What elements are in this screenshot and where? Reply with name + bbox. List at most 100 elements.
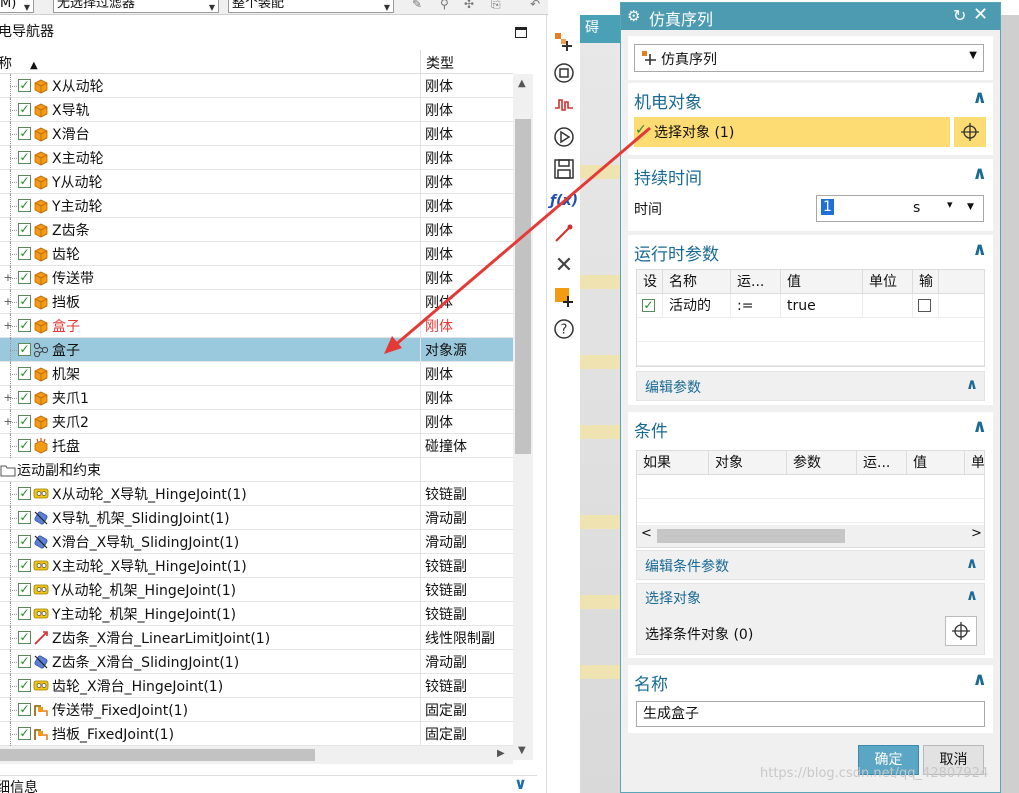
tree-row[interactable]: ✓ X滑台_X导轨_SlidingJoint(1) 滑动副 (0, 530, 513, 554)
param-value-cell[interactable]: true (781, 294, 863, 318)
visibility-checkbox[interactable]: ✓ (18, 223, 31, 236)
maximize-icon[interactable] (515, 27, 527, 38)
back-icon[interactable]: ↶ (530, 0, 540, 11)
visibility-checkbox[interactable]: ✓ (18, 271, 31, 284)
signal-icon[interactable] (552, 93, 576, 117)
expand-icon[interactable]: + (3, 319, 13, 332)
visibility-checkbox[interactable]: ✓ (18, 295, 31, 308)
close-icon[interactable]: ✕ (973, 4, 988, 25)
visibility-checkbox[interactable]: ✓ (18, 487, 31, 500)
tree-row[interactable]: ✓ X主动轮_X导轨_HingeJoint(1) 铰链副 (0, 554, 513, 578)
clipboard-icon[interactable]: ⎘ (491, 0, 501, 12)
param-set-checkbox[interactable]: ✓ (642, 299, 655, 312)
collapse-icon[interactable]: ∧ (972, 669, 987, 690)
column-type-header[interactable]: 类型 (426, 53, 454, 73)
visibility-checkbox[interactable]: ✓ (18, 679, 31, 692)
scrollbar-thumb[interactable] (515, 119, 531, 454)
selection-filter-combo[interactable]: 无选择过滤器 ▼ (53, 0, 219, 13)
expand-icon[interactable]: + (3, 295, 13, 308)
tree-row[interactable]: ✓ 托盘 碰撞体 (0, 434, 513, 458)
collapse-icon[interactable]: ∧ (972, 163, 987, 184)
collapse-icon[interactable]: ∧ (972, 87, 987, 108)
visibility-checkbox[interactable]: ✓ (18, 127, 31, 140)
visibility-checkbox[interactable]: ✓ (18, 655, 31, 668)
visibility-checkbox[interactable]: ✓ (18, 583, 31, 596)
name-input[interactable]: 生成盒子 (636, 701, 985, 727)
time-input[interactable]: 1 s ▾ ▼ (816, 195, 984, 222)
tree-row[interactable]: ✓ 机架 刚体 (0, 362, 513, 386)
visibility-checkbox[interactable]: ✓ (18, 367, 31, 380)
visibility-checkbox[interactable]: ✓ (18, 559, 31, 572)
condition-table-horizontal-scrollbar[interactable]: < > (637, 525, 984, 547)
collapse-icon[interactable]: ∧ (972, 239, 987, 260)
visibility-checkbox[interactable]: ✓ (18, 199, 31, 212)
tree-row[interactable]: ✓ 挡板_FixedJoint(1) 固定副 (0, 722, 513, 746)
tree-row[interactable]: ✓ X导轨 刚体 (0, 98, 513, 122)
assembly-scope-combo[interactable]: 整个装配 ▼ (228, 0, 394, 13)
tree-row[interactable]: ✓ Z齿条_X滑台_LinearLimitJoint(1) 线性限制副 (0, 626, 513, 650)
tree-row[interactable]: + ✓ 夹爪1 刚体 (0, 386, 513, 410)
select-tool-icon[interactable]: ✎ (412, 0, 422, 11)
param-set-cell[interactable]: ✓ (637, 294, 663, 318)
visibility-checkbox[interactable]: ✓ (18, 415, 31, 428)
scroll-left-icon[interactable]: < (641, 526, 652, 541)
tree-row[interactable]: ✓ 齿轮 刚体 (0, 242, 513, 266)
collapse-icon[interactable]: ∧ (966, 554, 978, 572)
tree-row[interactable]: ✓ 传送带_FixedJoint(1) 固定副 (0, 698, 513, 722)
visibility-checkbox[interactable]: ✓ (18, 631, 31, 644)
function-icon[interactable]: ƒ(x) (550, 189, 578, 213)
stop-icon[interactable] (552, 61, 576, 85)
play-icon[interactable] (552, 125, 576, 149)
scroll-down-icon[interactable]: ▼ (518, 745, 526, 756)
tree-row[interactable]: ✓ Z齿条_X滑台_SlidingJoint(1) 滑动副 (0, 650, 513, 674)
tree-row[interactable]: + ✓ 挡板 刚体 (0, 290, 513, 314)
column-name-header[interactable]: 称 ▲ (0, 53, 38, 73)
param-op-cell[interactable]: := (731, 294, 781, 318)
reset-icon[interactable]: ↻ (953, 6, 966, 25)
tree-row[interactable]: ✓ X滑台 刚体 (0, 122, 513, 146)
expand-icon[interactable]: + (3, 271, 13, 284)
sequence-type-combo[interactable]: 仿真序列 ▼ (634, 44, 984, 72)
tree-row[interactable]: ✓ Y从动轮 刚体 (0, 170, 513, 194)
visibility-checkbox[interactable]: ✓ (18, 103, 31, 116)
save-icon[interactable] (552, 157, 576, 181)
edit-params-header[interactable]: 编辑参数 ∧ (636, 371, 985, 401)
collapse-icon[interactable]: ∧ (966, 586, 978, 604)
tree-row[interactable]: ✓ Y主动轮 刚体 (0, 194, 513, 218)
visibility-checkbox[interactable]: ✓ (18, 319, 31, 332)
visibility-checkbox[interactable]: ✓ (18, 151, 31, 164)
collapse-icon[interactable]: ∧ (972, 416, 987, 437)
visibility-checkbox[interactable]: ✓ (18, 175, 31, 188)
visibility-checkbox[interactable]: ✓ (18, 343, 31, 356)
tree-row[interactable]: ✓ Y主动轮_机架_HingeJoint(1) 铰链副 (0, 602, 513, 626)
tree-row[interactable]: ✓ Z齿条 刚体 (0, 218, 513, 242)
object-source-tool-icon[interactable] (552, 285, 576, 309)
help-icon[interactable]: ? (552, 317, 576, 341)
crosshair-button[interactable] (954, 117, 986, 147)
navigator-vertical-scrollbar[interactable]: ▲ ▼ (513, 74, 533, 760)
viewport-tab[interactable]: 碍 (580, 15, 620, 43)
tree-row[interactable]: + ✓ 夹爪2 刚体 (0, 410, 513, 434)
tree-row[interactable]: ✓ X导轨_机架_SlidingJoint(1) 滑动副 (0, 506, 513, 530)
scroll-right-icon[interactable]: > (971, 526, 982, 541)
tree-row[interactable]: ✓ 齿轮_X滑台_HingeJoint(1) 铰链副 (0, 674, 513, 698)
pick-tool-icon[interactable]: ⚲ (440, 0, 449, 11)
navigator-horizontal-scrollbar[interactable]: ▶ (0, 746, 513, 764)
visibility-checkbox[interactable]: ✓ (18, 79, 31, 92)
menu-combo[interactable]: M) ▼ (0, 0, 34, 13)
visibility-checkbox[interactable]: ✓ (18, 391, 31, 404)
param-output-cell[interactable] (913, 294, 939, 318)
chevron-down-icon[interactable]: ▼ (967, 202, 974, 212)
scrollbar-thumb[interactable] (657, 529, 845, 543)
tree-row[interactable]: ✓ X从动轮_X导轨_HingeJoint(1) 铰链副 (0, 482, 513, 506)
visibility-checkbox[interactable]: ✓ (18, 727, 31, 740)
sequence-tool-icon[interactable] (552, 30, 576, 54)
visibility-checkbox[interactable]: ✓ (18, 703, 31, 716)
scroll-right-icon[interactable]: ▶ (497, 748, 505, 759)
snap-tool-icon[interactable]: ✣ (464, 0, 474, 11)
gear-icon[interactable]: ⚙ (627, 7, 640, 25)
tree-row[interactable]: + ✓ 盒子 刚体 (0, 314, 513, 338)
tree-row[interactable]: ✓ X从动轮 刚体 (0, 74, 513, 98)
delete-icon[interactable]: ✕ (552, 253, 576, 278)
details-section[interactable]: 细信息 ∨ (0, 774, 537, 793)
